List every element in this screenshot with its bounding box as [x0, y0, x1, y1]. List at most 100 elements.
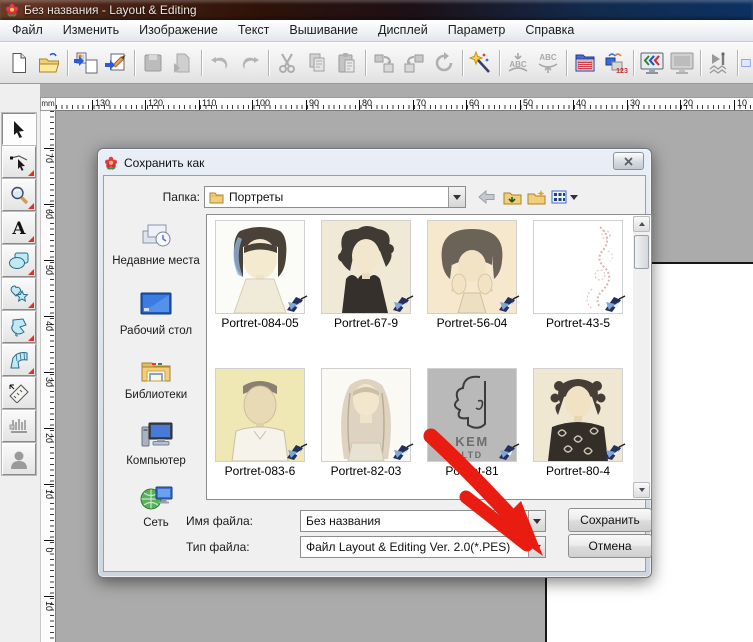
redo-icon [238, 51, 262, 75]
file-item[interactable]: Portret-80-4 [527, 369, 629, 478]
menu-item-text[interactable]: Текст [228, 21, 279, 40]
view-menu-button[interactable] [549, 187, 579, 207]
realistic-preview-icon [639, 50, 665, 76]
filetype-dropdown[interactable] [528, 537, 545, 557]
tool-shapes-button[interactable] [2, 245, 36, 277]
export-design-page-button[interactable] [101, 48, 131, 78]
menu-item-display[interactable]: Дисплей [368, 21, 438, 40]
folder-combobox-value: Портреты [224, 190, 448, 204]
arrange-1-button[interactable] [369, 48, 399, 78]
save-button[interactable] [138, 48, 168, 78]
partial-icon [741, 51, 751, 75]
ruler-tick-label: 10 [737, 98, 747, 108]
ruler-tick-label: 70 [416, 98, 426, 108]
text-arc-up-button[interactable]: ABC [533, 48, 563, 78]
dialog-title-bar[interactable]: Сохранить как [104, 153, 607, 173]
menu-item-edit[interactable]: Изменить [53, 21, 129, 40]
tool-star-shapes-button[interactable] [2, 278, 36, 310]
copy-button[interactable] [302, 48, 332, 78]
svg-text:KEM: KEM [455, 434, 488, 449]
image-to-stitch-wizard-button[interactable] [466, 48, 496, 78]
place-libraries[interactable]: Библиотеки [108, 354, 204, 402]
redo-button[interactable] [235, 48, 265, 78]
tool-select-button[interactable] [2, 113, 36, 145]
menu-item-image[interactable]: Изображение [129, 21, 228, 40]
menu-item-help[interactable]: Справка [515, 21, 584, 40]
svg-text:123: 123 [616, 68, 628, 75]
ruler-unit-label: mm [41, 99, 54, 108]
up-one-level-button[interactable] [501, 187, 523, 207]
file-item[interactable]: Portret-67-9 [315, 221, 417, 330]
realistic-preview-button[interactable] [637, 48, 667, 78]
back-button[interactable] [476, 187, 498, 207]
file-item[interactable]: Portret-084-05 [209, 221, 311, 330]
menu-item-option[interactable]: Параметр [438, 21, 516, 40]
file-label: Portret-80-4 [527, 464, 629, 478]
copy-icon [305, 51, 329, 75]
save-button-label: Сохранить [580, 513, 640, 527]
flyout-marker [28, 269, 34, 275]
tool-zoom-button[interactable] [2, 179, 36, 211]
scrollbar-thumb[interactable] [634, 235, 649, 269]
text-arc-down-button[interactable]: ABC [503, 48, 533, 78]
arrange-2-button[interactable] [399, 48, 429, 78]
filename-dropdown[interactable] [528, 511, 545, 531]
folder-combobox-dropdown[interactable] [448, 187, 465, 207]
toolbar-separator [134, 50, 135, 76]
close-button[interactable] [613, 152, 644, 170]
tool-measure-button[interactable] [2, 377, 36, 409]
place-computer[interactable]: Компьютер [108, 418, 204, 468]
place-desktop[interactable]: Рабочий стол [108, 290, 204, 338]
ruler-tick-label: 50 [523, 98, 533, 108]
file-label: Portret-67-9 [315, 316, 417, 330]
file-item[interactable]: Portret-56-04 [421, 221, 523, 330]
filename-label: Имя файла: [186, 514, 253, 528]
import-design-page-button[interactable] [71, 48, 101, 78]
tool-stitch-attributes-button[interactable] [2, 410, 36, 442]
tool-point-edit-button[interactable] [2, 146, 36, 178]
new-folder-button[interactable] [525, 187, 547, 207]
cancel-button[interactable]: Отмена [568, 534, 652, 558]
tool-manual-punch-button[interactable] [2, 344, 36, 376]
embroidery-frame-button[interactable] [570, 48, 600, 78]
paste-button[interactable] [332, 48, 362, 78]
scroll-up-button[interactable] [633, 216, 650, 232]
undo-button[interactable] [205, 48, 235, 78]
ruler-tick-label: 90 [309, 98, 319, 108]
dialog-title: Сохранить как [124, 156, 204, 170]
file-label: Portret-82-03 [315, 464, 417, 478]
place-recent[interactable]: Недавние места [108, 218, 204, 268]
flyout-marker [28, 335, 34, 341]
tool-portrait-button[interactable] [2, 443, 36, 475]
file-item[interactable]: Portret-43-5 [527, 221, 629, 330]
place-label: Рабочий стол [108, 325, 204, 338]
screen-preview-button[interactable] [667, 48, 697, 78]
scroll-down-button[interactable] [633, 482, 650, 498]
open-folder-button[interactable] [34, 48, 64, 78]
file-item[interactable]: Portret-083-6 [209, 369, 311, 478]
cancel-button-label: Отмена [588, 539, 631, 553]
new-document-button[interactable] [4, 48, 34, 78]
filetype-combobox[interactable]: Файл Layout & Editing Ver. 2.0(*.PES) [300, 536, 546, 558]
horizontal-ruler: 130 120 110 100 90 80 70 60 50 40 30 20 … [56, 97, 753, 111]
menu-item-file[interactable]: Файл [2, 21, 53, 40]
partial-edge-button[interactable] [741, 48, 751, 78]
file-item[interactable]: Portret-82-03 [315, 369, 417, 478]
tool-freeform-button[interactable] [2, 311, 36, 343]
save-as-button[interactable] [168, 48, 198, 78]
tool-text-button[interactable]: A [2, 212, 36, 244]
new-document-icon [7, 51, 31, 75]
menu-item-sew[interactable]: Вышивание [279, 21, 368, 40]
file-list-scrollbar[interactable] [633, 216, 650, 498]
folder-combobox[interactable]: Портреты [204, 186, 466, 208]
cut-button[interactable] [272, 48, 302, 78]
rotate-button[interactable] [429, 48, 459, 78]
file-item[interactable]: KEM LTD Portret-81 [421, 369, 523, 478]
ruler-tick-label: 60 [469, 98, 479, 108]
view-menu-icon [551, 190, 567, 204]
title-bar[interactable]: Без названия - Layout & Editing [0, 0, 753, 20]
save-confirm-button[interactable]: Сохранить [568, 508, 652, 532]
filename-input[interactable]: Без названия [300, 510, 546, 532]
sewing-order-button[interactable]: 123 [600, 48, 630, 78]
stitch-simulator-button[interactable] [704, 48, 734, 78]
